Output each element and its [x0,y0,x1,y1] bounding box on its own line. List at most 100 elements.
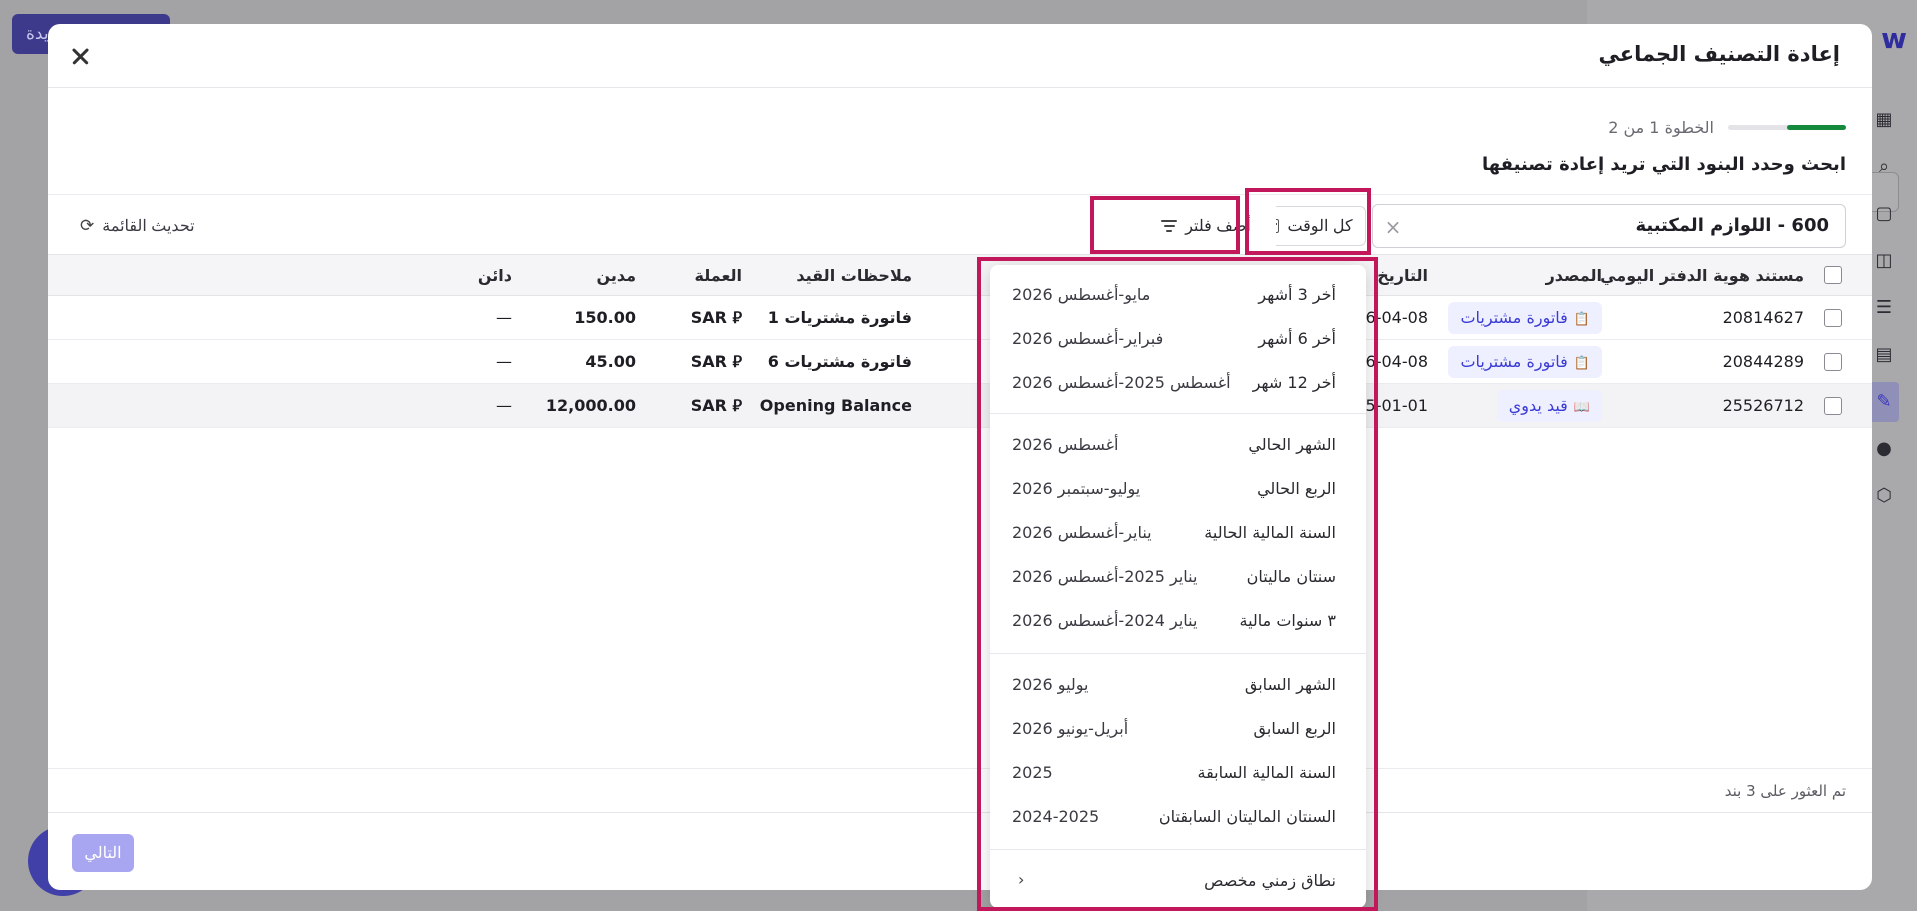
table-row[interactable]: 25526712 📖 قيد يدوي 5-01-01 Opening Balan… [48,384,1872,428]
range-dates: أغسطس 2025-أغسطس 2026 [1012,373,1231,392]
source-badge[interactable]: 📋 فاتورة مشتريات [1448,302,1602,334]
dropdown-item[interactable]: السنة المالية السابقة 2025 [990,751,1366,795]
dropdown-item[interactable]: السنتان الماليتان السابقتان 2024-2025 [990,795,1366,839]
date-cell: 5-01-01 [1365,396,1428,415]
filter-icon [1161,220,1178,232]
clipboard-icon: 📋 [1573,312,1590,327]
debit-cell: 12,000.00 [545,396,636,415]
range-dates: مايو-أغسطس 2026 [1012,285,1151,304]
dropdown-item[interactable]: أخر 3 أشهر مايو-أغسطس 2026 [990,273,1366,317]
column-notes: ملاحظات القيد [796,266,912,285]
range-dates: 2025 [1012,763,1053,782]
dropdown-item[interactable]: ٣ سنوات مالية يناير 2024-أغسطس 2026 [990,599,1366,643]
clipboard-icon: 📋 [1573,356,1590,371]
range-label: السنة المالية السابقة [1197,763,1337,782]
modal-title: إعادة التصنيف الجماعي [1598,42,1841,66]
step-progress-bar [1728,124,1846,130]
row-checkbox[interactable] [1824,397,1842,415]
date-cell: 6-04-08 [1365,308,1428,327]
dropdown-item[interactable]: أخر 12 شهر أغسطس 2025-أغسطس 2026 [990,361,1366,405]
account-filter-field[interactable]: 600 - اللوازم المكتبية × [1372,204,1846,248]
table-header: مستند هوية الدفتر اليومي المصدر التاريخ … [48,254,1872,296]
dropdown-item[interactable]: سنتان ماليتان يناير 2025-أغسطس 2026 [990,555,1366,599]
column-date: التاريخ [1377,266,1428,285]
custom-range-label: نطاق زمني مخصص [1204,871,1336,890]
range-dates: يوليو-سبتمبر 2026 [1012,479,1141,498]
range-label: الشهر السابق [1244,675,1336,694]
range-label: سنتان ماليتان [1246,567,1336,586]
dropdown-item[interactable]: الربع السابق أبريل-يونيو 2026 [990,707,1366,751]
dropdown-item[interactable]: الشهر السابق يوليو 2026 [990,663,1366,707]
range-dates: يناير-أغسطس 2026 [1012,523,1152,542]
doc-id-cell: 20844289 [1722,352,1804,371]
notes-cell: فاتورة مشتريات 6 [767,352,912,371]
range-dates: أغسطس 2026 [1012,435,1119,454]
currency-cell: SAR ⃁ [690,396,742,415]
clear-icon[interactable]: × [1383,217,1403,237]
range-label: أخر 12 شهر [1252,373,1336,392]
doc-id-cell: 20814627 [1722,308,1804,327]
next-button[interactable]: التالي [72,834,134,872]
notes-cell: فاتورة مشتريات 1 [767,308,912,327]
close-button[interactable] [62,38,98,74]
column-doc-id: مستند هوية الدفتر اليومي [1600,266,1804,285]
chevron-right-icon: › [1018,870,1025,889]
source-label: قيد يدوي [1508,396,1568,415]
credit-cell: — [496,352,512,371]
range-label: أخر 6 أشهر [1258,329,1336,348]
divider [48,194,1872,195]
divider [48,768,1872,769]
book-icon: 📖 [1573,400,1590,415]
doc-id-cell: 25526712 [1722,396,1804,415]
time-range-dropdown: أخر 3 أشهر مايو-أغسطس 2026 أخر 6 أشهر فب… [990,265,1366,908]
range-dates: يناير 2025-أغسطس 2026 [1012,567,1198,586]
range-dates: يناير 2024-أغسطس 2026 [1012,611,1198,630]
modal-footer: التالي [48,812,1872,890]
grid-icon: ▦ [1875,109,1893,130]
credit-cell: — [496,396,512,415]
bulk-reclassify-modal: إعادة التصنيف الجماعي الخطوة 1 من 2 ابحث… [48,24,1872,890]
time-filter-label: كل الوقت [1287,218,1353,235]
section-title: ابحث وحدد البنود التي تريد إعادة تصنيفها [1482,154,1846,175]
range-label: ٣ سنوات مالية [1239,611,1337,630]
background-nav-icons: ▦ ⌕ ▢ ◫ ☰ ▤ ✎ ● ⬡ [1869,100,1899,523]
table-row[interactable]: 20814627 📋 فاتورة مشتريات 6-04-08 فاتورة … [48,296,1872,340]
modal-header: إعادة التصنيف الجماعي [48,24,1872,88]
add-filter-button[interactable]: أضف فلتر [1136,206,1276,246]
range-label: الربع السابق [1253,719,1336,738]
currency-cell: SAR ⃁ [690,308,742,327]
box-icon: ▢ [1875,203,1893,224]
cart-icon: ◫ [1875,250,1893,271]
dropdown-separator [990,849,1366,850]
step-label: الخطوة 1 من 2 [1608,117,1714,137]
debit-cell: 45.00 [585,352,636,371]
currency-cell: SAR ⃁ [690,352,742,371]
table-row[interactable]: 20844289 📋 فاتورة مشتريات 6-04-08 فاتورة … [48,340,1872,384]
select-all-checkbox[interactable] [1824,266,1842,284]
user-icon: ● [1876,438,1892,459]
range-label: الشهر الحالي [1248,435,1336,454]
column-currency: العملة [694,266,742,285]
calc-icon: ▤ [1875,344,1893,365]
source-label: فاتورة مشتريات [1460,308,1568,327]
row-checkbox[interactable] [1824,353,1842,371]
add-filter-label: أضف فلتر [1185,218,1251,235]
date-cell: 6-04-08 [1365,352,1428,371]
notes-cell: Opening Balance [759,396,912,415]
search-icon: ⌕ [1878,156,1890,177]
debit-cell: 150.00 [574,308,636,327]
source-badge[interactable]: 📖 قيد يدوي [1496,390,1602,422]
refresh-icon: ⟳ [80,216,95,235]
custom-range-item[interactable]: نطاق زمني مخصص › [990,859,1366,903]
range-label: الربع الحالي [1257,479,1336,498]
row-checkbox[interactable] [1824,309,1842,327]
column-source: المصدر [1545,266,1602,285]
dropdown-item[interactable]: الشهر الحالي أغسطس 2026 [990,423,1366,467]
source-badge[interactable]: 📋 فاتورة مشتريات [1448,346,1602,378]
dropdown-item[interactable]: أخر 6 أشهر فبراير-أغسطس 2026 [990,317,1366,361]
refresh-list-button[interactable]: تحديث القائمة ⟳ [80,212,195,240]
dropdown-item[interactable]: السنة المالية الحالية يناير-أغسطس 2026 [990,511,1366,555]
source-label: فاتورة مشتريات [1460,352,1568,371]
dropdown-item[interactable]: الربع الحالي يوليو-سبتمبر 2026 [990,467,1366,511]
range-dates: فبراير-أغسطس 2026 [1012,329,1164,348]
